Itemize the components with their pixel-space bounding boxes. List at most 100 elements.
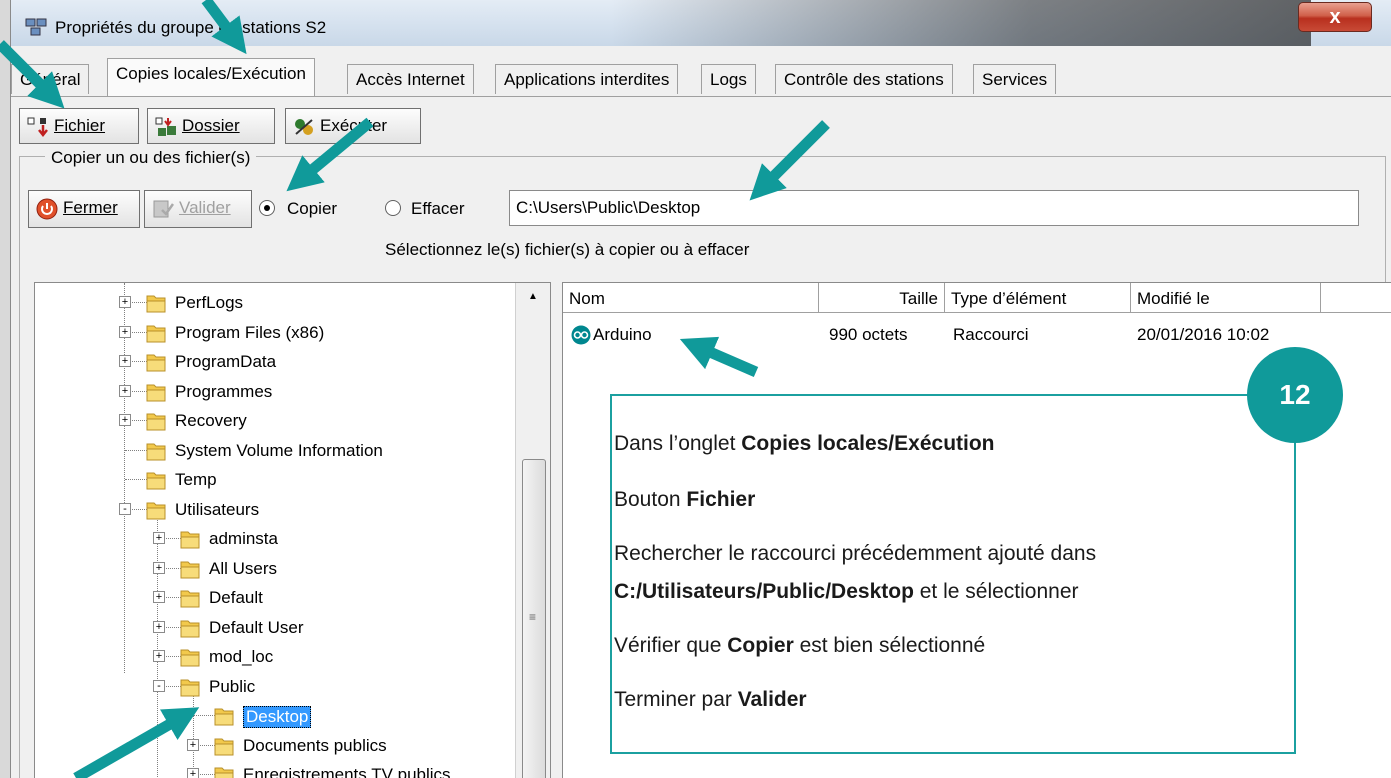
tree-item-label: mod_loc (209, 647, 274, 666)
tree-item-label: System Volume Information (175, 440, 383, 460)
copier-label[interactable]: Copier (287, 199, 337, 219)
folder-add-icon (155, 117, 176, 136)
folder-icon (146, 325, 166, 342)
tree-item-label: Public (209, 676, 256, 696)
tree-item-label: Enregistrements TV publics (243, 765, 451, 778)
expand-icon[interactable]: + (153, 620, 165, 633)
folder-icon (146, 502, 166, 519)
column-header-empty (1321, 283, 1391, 313)
tree-scrollbar[interactable]: ▲ ≡ (515, 283, 550, 778)
column-header-taille[interactable]: Taille (819, 283, 945, 313)
folder-icon (180, 679, 200, 696)
executer-button[interactable]: Exécuter (285, 108, 421, 144)
tree-item[interactable]: + adminsta (35, 525, 505, 553)
expand-icon[interactable]: + (119, 325, 131, 338)
tree-item[interactable]: System Volume Information (35, 437, 505, 465)
folder-icon (214, 738, 234, 755)
tree-item[interactable]: + All Users (35, 555, 505, 583)
expand-icon[interactable]: + (187, 738, 199, 751)
tree-item[interactable]: + Default User (35, 614, 505, 642)
grip-icon: ≡ (529, 610, 537, 624)
expand-icon[interactable]: + (119, 296, 131, 308)
effacer-radio[interactable] (385, 200, 401, 216)
tree-item-label: Default (209, 588, 263, 607)
tab-divider (11, 96, 1391, 97)
callout-line-3: Rechercher le raccourci précédemment ajo… (614, 542, 1097, 565)
callout-line-1: Dans l’onglet Copies locales/Exécution (614, 432, 995, 455)
valider-button[interactable]: Valider (144, 190, 252, 228)
tree-item-label: adminsta (209, 529, 278, 548)
tree-item-label: Documents publics (243, 735, 387, 755)
dossier-button[interactable]: Dossier (147, 108, 275, 144)
expand-icon[interactable]: + (119, 384, 131, 397)
folder-icon (180, 531, 200, 549)
column-header-nom[interactable]: Nom (563, 283, 819, 313)
tree-item[interactable]: + Default (35, 584, 505, 612)
tree-item[interactable]: + PerfLogs (35, 289, 505, 317)
title-bar: Propriétés du groupe de stations S2 x (11, 0, 1391, 46)
tree-item[interactable]: + mod_loc (35, 643, 505, 671)
folder-icon (146, 472, 166, 490)
scroll-up-arrow-icon[interactable]: ▲ (528, 291, 538, 302)
tree-item[interactable]: Desktop (35, 702, 505, 730)
scroll-thumb[interactable]: ≡ (522, 459, 546, 778)
fermer-button[interactable]: Fermer (28, 190, 140, 228)
path-input[interactable] (509, 190, 1359, 226)
column-header-modifie[interactable]: Modifié le (1131, 283, 1321, 313)
tree-item-label: ProgramData (175, 352, 277, 371)
expand-icon[interactable]: + (119, 414, 131, 426)
folder-icon (146, 354, 166, 372)
file-name: Arduino (593, 325, 652, 344)
expand-icon[interactable]: + (153, 532, 165, 544)
step-badge: 12 (1247, 347, 1343, 443)
expand-icon[interactable]: + (153, 650, 165, 662)
group-label: Copier un ou des fichier(s) (45, 148, 257, 168)
window-title: Propriétés du groupe de stations S2 (55, 18, 327, 37)
tree-item-label: Temp (175, 470, 217, 489)
tree-item[interactable]: + Program Files (x86) (35, 319, 505, 347)
tree-item[interactable]: + Documents publics (35, 732, 505, 760)
folder-icon (146, 384, 166, 401)
tree-item[interactable]: + Recovery (35, 407, 505, 435)
close-button[interactable]: x (1298, 2, 1372, 32)
tree-item[interactable]: + Enregistrements TV publics (35, 761, 505, 778)
effacer-label[interactable]: Effacer (411, 199, 465, 219)
folder-icon (146, 295, 166, 313)
file-add-icon (27, 117, 48, 138)
execute-icon (295, 119, 313, 135)
fichier-button[interactable]: Fichier (19, 108, 139, 144)
folder-icon (180, 590, 200, 608)
folder-icon (214, 767, 234, 778)
tree-item[interactable]: + ProgramData (35, 348, 505, 376)
collapse-icon[interactable]: - (119, 502, 131, 515)
tab-copies-locales[interactable]: Copies locales/Exécution (107, 58, 315, 96)
folder-tree[interactable]: + PerfLogs + Program Files (x86) + ProgramDat… (34, 282, 551, 778)
tab-strip: Général Copies locales/Exécution Accès I… (11, 48, 1391, 96)
tab-acces-internet[interactable]: Accès Internet (347, 64, 474, 94)
tree-item[interactable]: Temp (35, 466, 505, 494)
expand-icon[interactable]: + (153, 561, 165, 574)
folder-icon (180, 649, 200, 667)
instruction-text: Sélectionnez le(s) fichier(s) à copier o… (385, 240, 750, 259)
expand-icon[interactable]: + (153, 591, 165, 603)
tab-logs[interactable]: Logs (701, 64, 756, 94)
tree-item[interactable]: - Public (35, 673, 505, 701)
folder-icon (146, 443, 166, 460)
column-header-type[interactable]: Type d’élément (945, 283, 1131, 313)
copier-radio[interactable] (259, 200, 275, 216)
expand-icon[interactable]: + (187, 768, 199, 778)
tab-applications-interdites[interactable]: Applications interdites (495, 64, 679, 94)
tree-item-label: PerfLogs (175, 293, 244, 312)
callout-line-4: C:/Utilisateurs/Public/Desktop et le sél… (614, 580, 1079, 603)
collapse-icon[interactable]: - (153, 679, 165, 692)
arduino-icon (571, 325, 591, 345)
tree-item[interactable]: + Programmes (35, 378, 505, 406)
tab-services[interactable]: Services (973, 64, 1057, 94)
tree-item[interactable]: - Utilisateurs (35, 496, 505, 524)
tab-general[interactable]: Général (11, 64, 90, 94)
file-size: 990 octets (829, 325, 908, 344)
tab-controle-stations[interactable]: Contrôle des stations (775, 64, 953, 94)
expand-icon[interactable]: + (119, 355, 131, 367)
tree-item-label: Programmes (175, 381, 273, 401)
folder-icon (180, 561, 200, 578)
